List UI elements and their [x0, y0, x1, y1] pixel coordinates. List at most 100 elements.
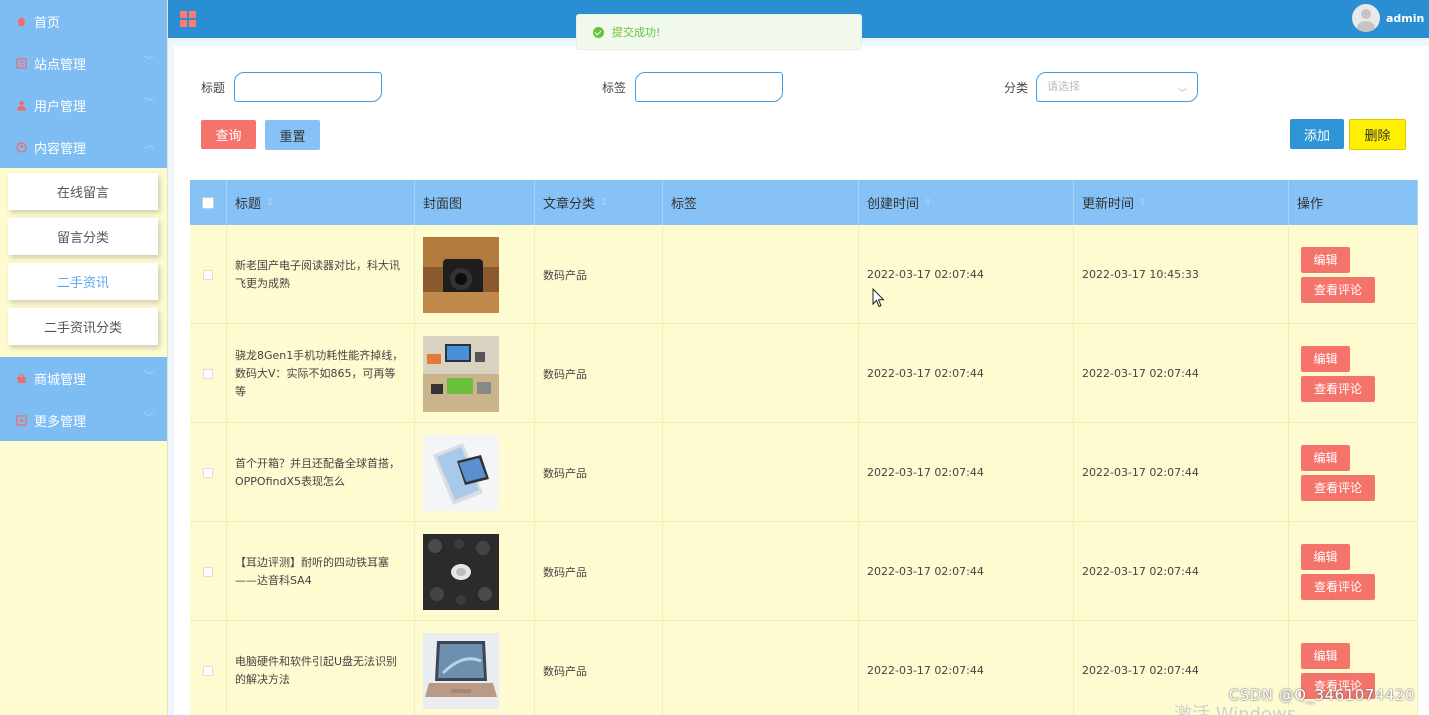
chevron-down-icon: ﹀ [144, 413, 154, 424]
edit-button[interactable]: 编辑 [1301, 642, 1350, 669]
check-circle-icon [593, 26, 604, 38]
column-header-updated[interactable]: 更新时间 ⇕ [1074, 180, 1289, 225]
sidebar-item-shop[interactable]: 商城管理 ﹀ [0, 357, 167, 399]
cover-cell [415, 423, 535, 522]
column-header-label: 更新时间 [1082, 197, 1135, 212]
title-cell: 电脑硬件和软件引起U盘无法识别的解决方法 [227, 621, 415, 715]
sort-icon[interactable]: ⇕ [266, 198, 274, 208]
cover-cell [415, 621, 535, 715]
created-cell: 2022-03-17 02:07:44 [859, 225, 1074, 324]
submenu-item-online-messages[interactable]: 在线留言 [8, 173, 158, 210]
column-header-title[interactable]: 标题 ⇕ [227, 180, 415, 225]
title-filter-label: 标题 [201, 81, 226, 95]
cover-image-laptop [423, 632, 499, 709]
sort-icon[interactable]: ⇕ [1139, 198, 1147, 208]
data-table: 标题 ⇕ 封面图 文章分类 ⇕ 标签 创建时间 ⇕ 更新时间 ⇕ 操作 新老国产电子阅读… [190, 180, 1418, 715]
success-toast: 提交成功! [576, 14, 862, 50]
column-header-cover: 封面图 [415, 180, 535, 225]
tag-cell [663, 225, 859, 324]
sidebar: 首页 站点管理 ﹀ 用户管理 ﹀ 内容管理 ︿ 在线留言 留言分类 二手资讯 二… [0, 0, 168, 715]
actions-cell: 编辑 查看评论 [1289, 324, 1418, 423]
cover-cell [415, 522, 535, 621]
toast-message: 提交成功! [612, 26, 661, 39]
row-checkbox[interactable] [203, 467, 213, 478]
menu-grid-icon[interactable] [180, 11, 196, 27]
cover-image-phone [423, 434, 499, 511]
column-header-created[interactable]: 创建时间 ⇕ [859, 180, 1074, 225]
row-checkbox[interactable] [203, 368, 213, 379]
table-row: 【耳边评测】耐听的四动铁耳塞——达音科SA4 数码产品 2022-03-17 0… [190, 522, 1418, 621]
cover-image-camera [423, 236, 499, 313]
column-header-tag: 标签 [663, 180, 859, 225]
actions-cell: 编辑 查看评论 [1289, 225, 1418, 324]
sidebar-item-content[interactable]: 内容管理 ︿ [0, 126, 167, 168]
sort-icon[interactable]: ⇕ [924, 198, 932, 208]
sidebar-item-more[interactable]: 更多管理 ﹀ [0, 399, 167, 441]
avatar[interactable] [1352, 4, 1380, 32]
table-row: 骁龙8Gen1手机功耗性能齐掉线，数码大V：实际不如865，可再等等 数码产品 … [190, 324, 1418, 423]
category-cell: 数码产品 [535, 423, 663, 522]
add-button[interactable]: 添加 [1290, 119, 1344, 149]
sidebar-item-users[interactable]: 用户管理 ﹀ [0, 84, 167, 126]
query-button[interactable]: 查询 [201, 120, 256, 149]
updated-cell: 2022-03-17 10:45:33 [1074, 225, 1289, 324]
created-cell: 2022-03-17 02:07:44 [859, 423, 1074, 522]
view-comments-button[interactable]: 查看评论 [1301, 276, 1375, 303]
more-icon [14, 413, 28, 427]
title-filter-input[interactable] [234, 72, 382, 102]
sidebar-item-label: 更多管理 [34, 414, 87, 430]
sort-icon[interactable]: ⇕ [600, 198, 608, 208]
row-select-cell [190, 423, 227, 522]
actions-cell: 编辑 查看评论 [1289, 522, 1418, 621]
edit-button[interactable]: 编辑 [1301, 246, 1350, 273]
cover-image-earbuds [423, 533, 499, 610]
delete-button[interactable]: 删除 [1349, 119, 1406, 150]
edit-button[interactable]: 编辑 [1301, 345, 1350, 372]
view-comments-button[interactable]: 查看评论 [1301, 573, 1375, 600]
content-submenu: 在线留言 留言分类 二手资讯 二手资讯分类 [0, 168, 167, 357]
column-header-actions: 操作 [1289, 180, 1418, 225]
column-header-label: 封面图 [423, 197, 463, 212]
row-checkbox[interactable] [203, 566, 213, 577]
category-filter-label: 分类 [1004, 81, 1029, 95]
actions-cell: 编辑 查看评论 [1289, 423, 1418, 522]
chevron-down-icon: ﹀ [144, 98, 154, 109]
row-checkbox[interactable] [203, 269, 213, 280]
cover-cell [415, 324, 535, 423]
chevron-up-icon: ︿ [144, 140, 154, 151]
view-comments-button[interactable]: 查看评论 [1301, 375, 1375, 402]
title-cell: 首个开箱？并且还配备全球首搭，OPPOfindX5表现怎么 [227, 423, 415, 522]
created-cell: 2022-03-17 02:07:44 [859, 522, 1074, 621]
reset-button[interactable]: 重置 [265, 120, 320, 150]
submenu-item-secondhand-news[interactable]: 二手资讯 [8, 263, 158, 300]
watermark: CSDN @Q_3461074420 [1228, 686, 1415, 704]
sidebar-item-label: 首页 [34, 15, 61, 31]
sidebar-item-label: 商城管理 [34, 372, 87, 388]
edit-button[interactable]: 编辑 [1301, 543, 1350, 570]
chevron-down-icon: ﹀ [1177, 89, 1187, 99]
tag-cell [663, 423, 859, 522]
select-all-cell [190, 180, 227, 225]
select-all-checkbox[interactable] [202, 196, 214, 209]
submenu-item-message-categories[interactable]: 留言分类 [8, 218, 158, 255]
tag-filter-input[interactable] [635, 72, 783, 102]
chevron-down-icon: ﹀ [144, 371, 154, 382]
table-header: 标题 ⇕ 封面图 文章分类 ⇕ 标签 创建时间 ⇕ 更新时间 ⇕ 操作 [190, 180, 1418, 225]
updated-cell: 2022-03-17 02:07:44 [1074, 324, 1289, 423]
column-header-label: 标题 [235, 197, 262, 212]
category-cell: 数码产品 [535, 621, 663, 715]
title-cell: 【耳边评测】耐听的四动铁耳塞——达音科SA4 [227, 522, 415, 621]
row-checkbox[interactable] [203, 665, 213, 676]
row-select-cell [190, 621, 227, 715]
user-name[interactable]: admin [1386, 12, 1424, 25]
view-comments-button[interactable]: 查看评论 [1301, 474, 1375, 501]
column-header-label: 标签 [671, 197, 698, 212]
sidebar-item-home[interactable]: 首页 [0, 0, 167, 42]
column-header-category[interactable]: 文章分类 ⇕ [535, 180, 663, 225]
category-filter-select[interactable]: 请选择 ﹀ [1036, 72, 1198, 102]
edit-button[interactable]: 编辑 [1301, 444, 1350, 471]
submenu-item-secondhand-news-categories[interactable]: 二手资讯分类 [8, 308, 158, 345]
title-cell: 新老国产电子阅读器对比，科大讯飞更为成熟 [227, 225, 415, 324]
sidebar-item-site[interactable]: 站点管理 ﹀ [0, 42, 167, 84]
category-cell: 数码产品 [535, 225, 663, 324]
